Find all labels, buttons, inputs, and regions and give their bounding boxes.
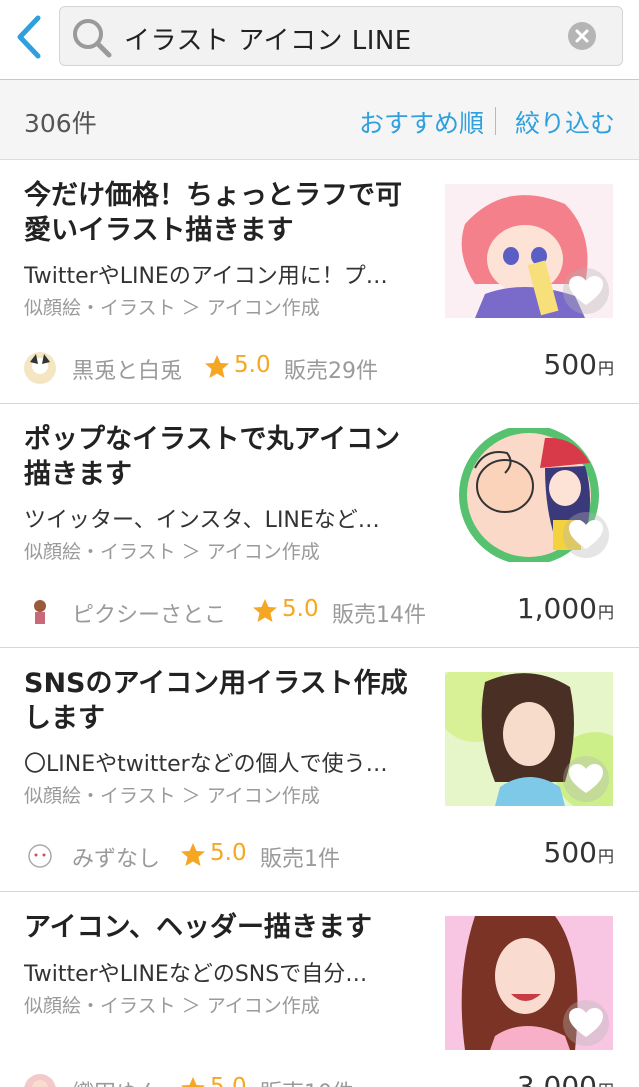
rating-value: 5.0 bbox=[234, 352, 271, 378]
star-icon bbox=[181, 1077, 205, 1087]
item-category: 似顔絵・イラスト ＞ アイコン作成 bbox=[24, 785, 320, 807]
item-description: TwitterやLINEのアイコン用に！プ… bbox=[24, 264, 388, 289]
avatar[interactable] bbox=[24, 1074, 56, 1087]
item-thumbnail[interactable] bbox=[445, 184, 613, 318]
heart-icon bbox=[569, 520, 603, 549]
currency-label: 円 bbox=[598, 1081, 614, 1087]
item-description: TwitterやLINEなどのSNSで自分… bbox=[24, 962, 368, 987]
search-input[interactable]: イラスト アイコン LINE bbox=[59, 6, 623, 66]
price-value: 1,000 bbox=[516, 592, 597, 625]
divider bbox=[495, 107, 496, 135]
item-thumbnail[interactable] bbox=[445, 672, 613, 806]
chevron-left-icon bbox=[17, 15, 41, 59]
item-meta: 織田ゆん 5.0 販売10件 3,000円 bbox=[24, 1070, 614, 1087]
item-meta: 黒兎と白兎 5.0 販売29件 500円 bbox=[24, 348, 614, 386]
result-count: 306件 bbox=[24, 109, 97, 138]
sales-count: 販売10件 bbox=[260, 1075, 354, 1087]
item-title: ポップなイラストで丸アイコン描きます bbox=[24, 424, 401, 490]
sort-button[interactable]: おすすめ順 bbox=[359, 104, 484, 140]
item-price: 3,000円 bbox=[517, 1070, 614, 1087]
item-category: 似顔絵・イラスト ＞ アイコン作成 bbox=[24, 541, 320, 563]
star-icon bbox=[205, 355, 229, 378]
search-icon bbox=[73, 19, 112, 58]
filter-bar: 306件 おすすめ順 絞り込む bbox=[0, 80, 639, 160]
search-header: イラスト アイコン LINE bbox=[0, 0, 639, 80]
price-value: 500 bbox=[543, 836, 597, 869]
item-price: 1,000円 bbox=[517, 592, 614, 625]
clear-icon bbox=[575, 29, 589, 43]
search-query: イラスト アイコン LINE bbox=[124, 26, 412, 56]
item-title: アイコン、ヘッダー描きます bbox=[24, 912, 373, 943]
list-item[interactable]: SNSのアイコン用イラスト作成します 〇LINEやtwitterなどの個人で使う… bbox=[0, 648, 639, 892]
item-description: ツイッター、インスタ、LINEなど… bbox=[24, 508, 380, 533]
heart-icon bbox=[569, 1008, 603, 1037]
heart-icon bbox=[569, 276, 603, 305]
list-item[interactable]: ポップなイラストで丸アイコン描きます ツイッター、インスタ、LINEなど… 似顔… bbox=[0, 404, 639, 648]
favorite-button[interactable] bbox=[563, 756, 609, 802]
rating-value: 5.0 bbox=[210, 1074, 247, 1087]
sales-count: 販売29件 bbox=[284, 359, 378, 384]
star-icon bbox=[253, 599, 277, 622]
back-button[interactable] bbox=[10, 12, 50, 62]
filter-button[interactable]: 絞り込む bbox=[515, 104, 615, 140]
item-category: 似顔絵・イラスト ＞ アイコン作成 bbox=[24, 995, 320, 1017]
seller-name[interactable]: みずなし bbox=[72, 841, 160, 873]
currency-label: 円 bbox=[597, 847, 614, 866]
avatar[interactable] bbox=[24, 352, 56, 384]
heart-icon bbox=[569, 764, 603, 793]
avatar[interactable] bbox=[24, 840, 56, 872]
rating-value: 5.0 bbox=[210, 840, 247, 866]
item-description: 〇LINEやtwitterなどの個人で使う… bbox=[24, 752, 388, 777]
seller-name[interactable]: ピクシーさとこ bbox=[72, 597, 226, 629]
item-meta: ピクシーさとこ 5.0 販売14件 1,000円 bbox=[24, 592, 614, 630]
sales-count: 販売14件 bbox=[332, 603, 426, 628]
list-item[interactable]: アイコン、ヘッダー描きます TwitterやLINEなどのSNSで自分… 似顔絵… bbox=[0, 892, 639, 1087]
rating-value: 5.0 bbox=[282, 596, 319, 622]
item-meta: みずなし 5.0 販売1件 500円 bbox=[24, 836, 614, 874]
item-thumbnail[interactable] bbox=[445, 428, 613, 562]
favorite-button[interactable] bbox=[563, 512, 609, 558]
item-price: 500円 bbox=[544, 836, 614, 869]
clear-button[interactable] bbox=[568, 22, 596, 50]
sales-count: 販売1件 bbox=[260, 847, 340, 872]
currency-label: 円 bbox=[597, 359, 614, 378]
currency-label: 円 bbox=[597, 603, 614, 622]
item-category: 似顔絵・イラスト ＞ アイコン作成 bbox=[24, 297, 320, 319]
avatar[interactable] bbox=[24, 596, 56, 628]
list-item[interactable]: 今だけ価格！ちょっとラフで可愛いイラスト描きます TwitterやLINEのアイ… bbox=[0, 160, 639, 404]
price-value: 500 bbox=[543, 348, 597, 381]
item-thumbnail[interactable] bbox=[445, 916, 613, 1050]
favorite-button[interactable] bbox=[563, 1000, 609, 1046]
star-icon bbox=[181, 843, 205, 866]
price-value: 3,000 bbox=[516, 1070, 597, 1087]
seller-name[interactable]: 織田ゆん bbox=[72, 1075, 160, 1087]
seller-name[interactable]: 黒兎と白兎 bbox=[72, 353, 182, 385]
item-title: 今だけ価格！ちょっとラフで可愛いイラスト描きます bbox=[24, 180, 402, 246]
favorite-button[interactable] bbox=[563, 268, 609, 314]
item-price: 500円 bbox=[544, 348, 614, 381]
item-title: SNSのアイコン用イラスト作成します bbox=[24, 668, 408, 734]
